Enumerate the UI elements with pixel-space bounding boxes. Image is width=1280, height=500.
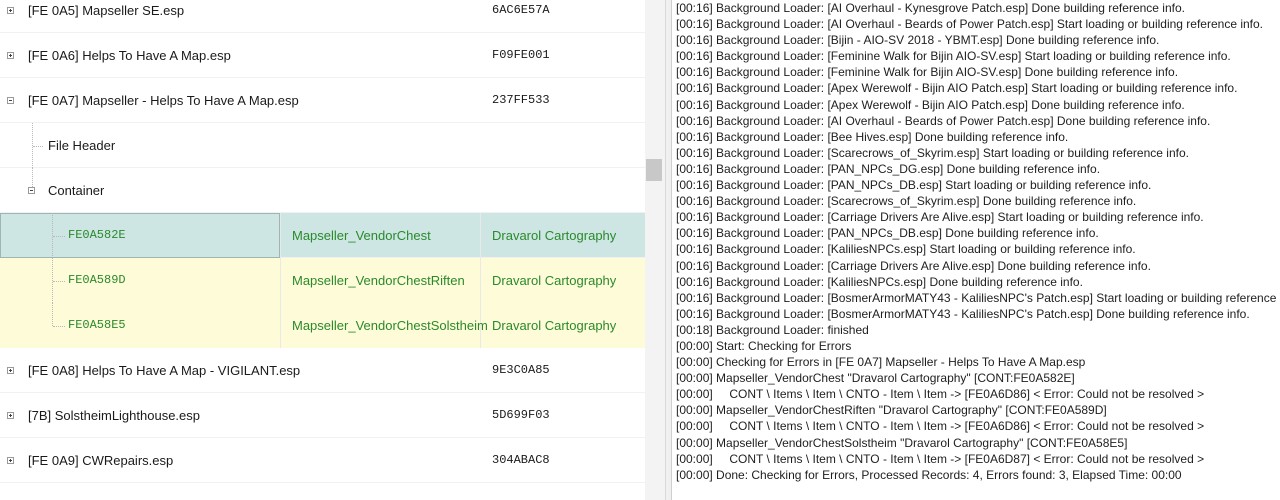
log-line: [00:16] Background Loader: [Carriage Dri…: [676, 210, 1204, 225]
log-line: [00:00] Start: Checking for Errors: [676, 338, 852, 353]
log-line: [00:16] Background Loader: [PAN_NPCs_DB.…: [676, 178, 1152, 193]
tree-row-plugin[interactable]: [FE 0A9] CWRepairs.esp 304ABAC8: [0, 438, 645, 483]
tree-row-plugin[interactable]: [7B] SolstheimLighthouse.esp 5D699F03: [0, 393, 645, 438]
tree-row-record[interactable]: FE0A589D Mapseller_VendorChestRiften Drava…: [0, 258, 645, 303]
tree-label: [FE 0A5] Mapseller SE.esp: [28, 3, 185, 18]
log-line: [00:16] Background Loader: [Scarecrows_o…: [676, 145, 1189, 160]
log-line: [00:16] Background Loader: [AI Overhaul …: [676, 17, 1264, 32]
log-line: [00:16] Background Loader: [PAN_NPCs_DB.…: [676, 226, 1099, 241]
log-line: [00:16] Background Loader: [Bijin - AIO-…: [676, 33, 1160, 48]
log-line: [00:16] Background Loader: [BosmerArmorM…: [676, 306, 1250, 321]
crc-cell: 237FF533: [492, 93, 550, 107]
tree-row-group[interactable]: Container: [0, 168, 645, 213]
log-line: [00:18] Background Loader: finished: [676, 322, 869, 337]
name-cell: Dravarol Cartography: [492, 273, 617, 288]
log-line: [00:16] Background Loader: [Bee Hives.es…: [676, 129, 1069, 144]
log-line: [00:00] Checking for Errors in [FE 0A7] …: [676, 355, 1086, 370]
tree-row-plugin[interactable]: [FE 0A7] Mapseller - Helps To Have A Map…: [0, 78, 645, 123]
expand-icon[interactable]: [7, 366, 14, 374]
log-line: [00:00] Mapseller_VendorChest "Dravarol …: [676, 371, 1075, 386]
name-cell: Dravarol Cartography: [492, 318, 617, 333]
log-line: [00:16] Background Loader: [Feminine Wal…: [676, 65, 1179, 80]
messages-log-lines: [00:16] Background Loader: [AI Overhaul …: [676, 0, 1280, 483]
log-line: [00:00] CONT \ Items \ Item \ CNTO - Ite…: [676, 387, 1205, 402]
expand-icon[interactable]: [7, 51, 14, 59]
log-line: [00:16] Background Loader: [KaliliesNPCs…: [676, 274, 1083, 289]
log-line: [00:16] Background Loader: [AI Overhaul …: [676, 113, 1211, 128]
log-line: [00:16] Background Loader: [Feminine Wal…: [676, 49, 1231, 64]
log-line: [00:00] Mapseller_VendorChestSolstheim "…: [676, 435, 1128, 450]
tree-label: [FE 0A8] Helps To Have A Map - VIGILANT.…: [28, 363, 301, 378]
log-line: [00:00] Done: Checking for Errors, Proce…: [676, 467, 1182, 482]
tree-label: File Header: [48, 138, 116, 153]
tree-row-group[interactable]: File Header: [0, 123, 645, 168]
editor-id-cell: Mapseller_VendorChest: [292, 228, 431, 243]
log-line: [00:16] Background Loader: [Apex Werewol…: [676, 81, 1238, 96]
tree-row-plugin[interactable]: [FE 0A8] Helps To Have A Map - VIGILANT.…: [0, 348, 645, 393]
collapse-icon[interactable]: [7, 96, 14, 104]
log-line: [00:00] CONT \ Items \ Item \ CNTO - Ite…: [676, 451, 1205, 466]
tree-row-plugin[interactable]: [FE 0A6] Helps To Have A Map.esp F09FE001: [0, 33, 645, 78]
log-line: [00:16] Background Loader: [Apex Werewol…: [676, 97, 1185, 112]
log-line: [00:16] Background Loader: [AI Overhaul …: [676, 1, 1185, 15]
tree-label: [FE 0A7] Mapseller - Helps To Have A Map…: [28, 93, 299, 108]
crc-cell: 6AC6E57A: [492, 3, 550, 17]
name-cell: Dravarol Cartography: [492, 228, 617, 243]
form-id-cell: FE0A589D: [68, 273, 126, 287]
messages-log: [00:16] Background Loader: [AI Overhaul …: [671, 0, 1280, 500]
form-id-cell: FE0A58E5: [68, 318, 126, 332]
tree-label: Container: [48, 183, 105, 198]
editor-id-cell: Mapseller_VendorChestSolstheim: [292, 318, 488, 333]
log-line: [00:16] Background Loader: [Scarecrows_o…: [676, 194, 1137, 209]
tree-row-record[interactable]: FE0A582E Mapseller_VendorChest Dravarol Ca…: [0, 213, 645, 258]
tree-label: [FE 0A6] Helps To Have A Map.esp: [28, 48, 231, 63]
form-id-cell: FE0A582E: [68, 228, 126, 242]
tree-row-record[interactable]: FE0A58E5 Mapseller_VendorChestSolstheim Dr…: [0, 303, 645, 348]
tree-label: [7B] SolstheimLighthouse.esp: [28, 408, 200, 423]
editor-id-cell: Mapseller_VendorChestRiften: [292, 273, 465, 288]
tree-scrollbar[interactable]: [645, 0, 665, 500]
expand-icon[interactable]: [7, 6, 14, 14]
expand-icon[interactable]: [7, 456, 14, 464]
selection-focus-box: [0, 213, 280, 258]
collapse-icon[interactable]: [28, 186, 35, 194]
log-line: [00:16] Background Loader: [PAN_NPCs_DG.…: [676, 161, 1101, 176]
log-line: [00:16] Background Loader: [Carriage Dri…: [676, 258, 1151, 273]
log-line: [00:00] Mapseller_VendorChestRiften "Dra…: [676, 403, 1107, 418]
crc-cell: 9E3C0A85: [492, 363, 550, 377]
log-line: [00:16] Background Loader: [KaliliesNPCs…: [676, 242, 1136, 257]
record-tree[interactable]: [FE 0A5] Mapseller SE.esp 6AC6E57A [FE 0A6…: [0, 0, 645, 500]
log-line: [00:00] CONT \ Items \ Item \ CNTO - Ite…: [676, 419, 1205, 434]
crc-cell: 304ABAC8: [492, 453, 550, 467]
tree-label: [FE 0A9] CWRepairs.esp: [28, 453, 174, 468]
crc-cell: F09FE001: [492, 48, 550, 62]
log-line: [00:16] Background Loader: [BosmerArmorM…: [676, 290, 1280, 305]
tree-row-plugin[interactable]: [FE 0A5] Mapseller SE.esp 6AC6E57A: [0, 0, 645, 33]
expand-icon[interactable]: [7, 411, 14, 419]
crc-cell: 5D699F03: [492, 408, 550, 422]
tree-scrollbar-thumb[interactable]: [646, 159, 662, 181]
